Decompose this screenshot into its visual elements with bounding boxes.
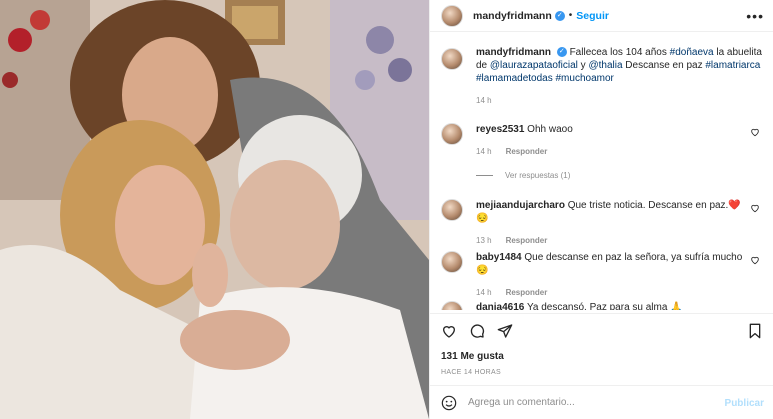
comment-text: baby1484 Que descanse en paz la señora, … (476, 251, 766, 277)
comment-text: dania4616 Ya descansó. Paz para su alma … (476, 301, 766, 310)
publish-button[interactable]: Publicar (725, 398, 764, 409)
commenter-username[interactable]: baby1484 (476, 252, 522, 263)
comment-meta: 14 h Responder (476, 288, 766, 297)
reply-button[interactable]: Responder (506, 147, 548, 156)
comment-item: mejiaandujarcharo Que triste noticia. De… (441, 199, 766, 245)
emoji-icon[interactable] (441, 395, 457, 411)
hashtag-link[interactable]: #doñaeva (670, 47, 714, 58)
comment-meta: 14 h Responder (476, 147, 766, 156)
action-bar (430, 313, 773, 346)
commenter-username[interactable]: mejiaandujarcharo (476, 200, 565, 211)
commenter-avatar[interactable] (441, 123, 463, 145)
post-caption: mandyfridmann ✓ Fallecea los 104 años #d… (441, 46, 766, 107)
comment-icon[interactable] (469, 323, 485, 339)
caption-time: 14 h (476, 96, 492, 105)
comment-text: reyes2531 Ohh waoo (476, 123, 766, 136)
post-time: HACE 14 HORAS (441, 369, 501, 376)
reply-button[interactable]: Responder (506, 236, 548, 245)
more-icon[interactable]: ••• (746, 8, 764, 24)
separator-dot: • (568, 10, 573, 21)
photo-illustration (0, 0, 429, 419)
reply-button[interactable]: Responder (506, 288, 548, 297)
author-avatar[interactable] (441, 4, 463, 27)
comment-item: baby1484 Que descanse en paz la señora, … (441, 251, 766, 297)
comment-text: mejiaandujarcharo Que triste noticia. De… (476, 199, 766, 225)
heart-icon[interactable] (750, 255, 760, 265)
add-comment-bar: Publicar (430, 385, 773, 419)
caption-text: Fallecea los 104 años (566, 47, 670, 58)
instagram-post: mandyfridmann ✓ • Seguir ••• mandyfridma… (0, 0, 773, 419)
commenter-avatar[interactable] (441, 301, 463, 310)
comment-body: Ya descansó. Paz para su alma (524, 302, 668, 310)
commenter-avatar[interactable] (441, 199, 463, 221)
heart-icon[interactable] (441, 323, 457, 339)
caption-body: mandyfridmann ✓ Fallecea los 104 años #d… (476, 46, 766, 107)
post-header: mandyfridmann ✓ • Seguir ••• (430, 0, 773, 32)
caption-text: Descanse en paz (622, 60, 706, 71)
comment-body: Que triste noticia. Descanse en paz. (564, 200, 729, 211)
commenter-username[interactable]: dania4616 (476, 302, 524, 310)
comment-body: Ohh waoo (524, 124, 573, 135)
view-replies-button[interactable]: Ver respuestas (1) (476, 171, 570, 180)
hashtag-link[interactable]: #lamatriarca (705, 60, 760, 71)
follow-button[interactable]: Seguir (576, 10, 609, 22)
comment-emoji: 🙏 (670, 302, 683, 310)
comment-item: dania4616 Ya descansó. Paz para su alma … (441, 301, 766, 310)
comment-meta: 13 h Responder (476, 236, 766, 245)
comment-emoji: 😔 (476, 265, 489, 276)
likes-count[interactable]: 131 Me gusta (441, 351, 504, 362)
share-icon[interactable] (497, 323, 513, 339)
caption-text: y (577, 60, 589, 71)
comment-item: reyes2531 Ohh waoo 14 h Responder (441, 123, 766, 156)
view-replies-label: Ver respuestas (1) (505, 171, 571, 180)
comment-time: 13 h (476, 236, 492, 245)
caption-username[interactable]: mandyfridmann (476, 47, 551, 58)
comments-section[interactable]: mandyfridmann ✓ Fallecea los 104 años #d… (430, 33, 773, 310)
verified-icon: ✓ (554, 10, 565, 21)
bookmark-icon[interactable] (747, 323, 763, 339)
post-panel: mandyfridmann ✓ • Seguir ••• mandyfridma… (429, 0, 773, 419)
comment-body: Que descanse en paz la señora, ya sufría… (521, 252, 743, 263)
commenter-avatar[interactable] (441, 251, 463, 273)
commenter-username[interactable]: reyes2531 (476, 124, 524, 135)
hashtag-link[interactable]: #muchoamor (556, 73, 614, 84)
hashtag-link[interactable]: #lamamadetodas (476, 73, 553, 84)
comment-input[interactable] (468, 397, 713, 408)
replies-line (476, 175, 493, 176)
comment-time: 14 h (476, 147, 492, 156)
post-photo[interactable] (0, 0, 429, 419)
mention-link[interactable]: @thalia (588, 60, 622, 71)
caption-avatar[interactable] (441, 48, 463, 70)
heart-icon[interactable] (750, 127, 760, 137)
verified-icon: ✓ (556, 47, 567, 58)
heart-icon[interactable] (750, 203, 760, 213)
author-username[interactable]: mandyfridmann (473, 10, 552, 22)
comment-time: 14 h (476, 288, 492, 297)
mention-link[interactable]: @laurazapataoficial (490, 60, 578, 71)
